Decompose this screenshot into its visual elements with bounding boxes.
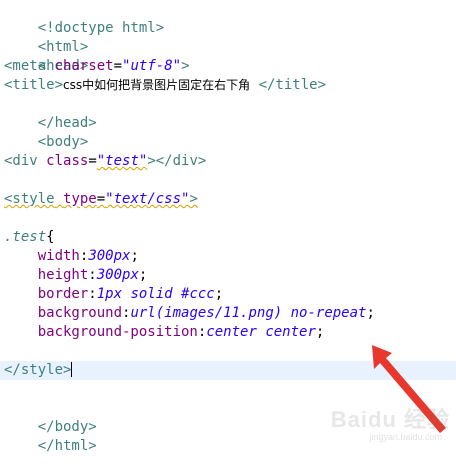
div-open-tag: <div xyxy=(4,153,38,169)
code-line-2: <html> xyxy=(0,19,456,55)
css-selector: .test xyxy=(4,229,47,245)
semicolon: ; xyxy=(130,248,139,264)
colon: : xyxy=(88,267,97,283)
text-caret xyxy=(71,362,73,377)
code-line-4: <meta charset="utf-8"> xyxy=(0,57,456,76)
semicolon: ; xyxy=(315,324,325,340)
meta-tag-open: <meta xyxy=(4,58,47,74)
equals-sign: = xyxy=(96,191,106,207)
class-value: "test" xyxy=(96,153,148,169)
charset-value: "utf-8" xyxy=(122,58,182,74)
type-attr: type xyxy=(63,191,97,207)
css-property-height: height xyxy=(37,267,89,283)
html-close-tag: </html> xyxy=(37,438,97,454)
colon: : xyxy=(88,286,97,302)
css-value-background-position: center center xyxy=(206,324,316,340)
code-line-13: .test{ xyxy=(0,228,456,247)
css-value-height: 300px xyxy=(96,267,139,283)
code-line-6: </head> xyxy=(0,95,456,131)
css-value-border: 1px solid #ccc xyxy=(96,286,215,302)
open-brace: { xyxy=(46,229,55,245)
equals-sign: = xyxy=(88,153,97,169)
div-close-tag: ></div> xyxy=(147,153,207,169)
code-line-14: width:300px; xyxy=(0,247,456,266)
style-open-tag: <style xyxy=(4,191,55,207)
code-line-17: background:url(images/11.png) no-repeat; xyxy=(0,304,456,323)
css-property-background-position: background-position xyxy=(37,324,198,340)
title-open-tag: <title> xyxy=(4,77,64,93)
code-line-18: background-position:center center; xyxy=(0,323,456,342)
baidu-watermark: Baidu 经验 xyxy=(330,407,450,432)
semicolon: ; xyxy=(214,286,224,302)
meta-tag-close: > xyxy=(181,58,190,74)
css-property-border: border xyxy=(37,286,89,302)
css-value-width: 300px xyxy=(88,248,131,264)
body-open-tag: <body> xyxy=(37,134,89,150)
code-line-16: border:1px solid #ccc; xyxy=(0,285,456,304)
code-line-7: <body> xyxy=(0,114,456,150)
code-line-11: <style type="text/css"> xyxy=(0,190,456,209)
semicolon: ; xyxy=(138,267,148,283)
code-line-20-current[interactable]: </style> xyxy=(0,361,456,380)
style-open-tag-close: > xyxy=(189,191,198,207)
code-line-1: <!doctype html> xyxy=(0,0,456,36)
charset-attr: charset xyxy=(54,58,114,74)
css-property-width: width xyxy=(37,248,80,264)
equals-sign: = xyxy=(113,58,123,74)
title-text: css中如何把背景图片固定在右下角 xyxy=(63,78,251,92)
css-property-background: background xyxy=(37,305,123,321)
class-attr: class xyxy=(46,153,89,169)
code-line-9: <div class="test"></div> xyxy=(0,152,456,171)
title-close-tag: </title> xyxy=(258,77,326,93)
baidu-watermark-url: jingyan.baidu.com xyxy=(369,432,442,442)
code-editor[interactable]: <!doctype html> <html> <head> <meta char… xyxy=(0,0,456,454)
code-line-3: <head> xyxy=(0,38,456,74)
type-value: "text/css" xyxy=(105,191,190,207)
code-line-5: <title>css中如何把背景图片固定在右下角 </title> xyxy=(0,76,456,95)
css-value-background: url(images/11.png) no-repeat xyxy=(130,305,367,321)
style-close-tag: </style> xyxy=(4,362,72,378)
semicolon: ; xyxy=(366,305,375,321)
code-line-15: height:300px; xyxy=(0,266,456,285)
